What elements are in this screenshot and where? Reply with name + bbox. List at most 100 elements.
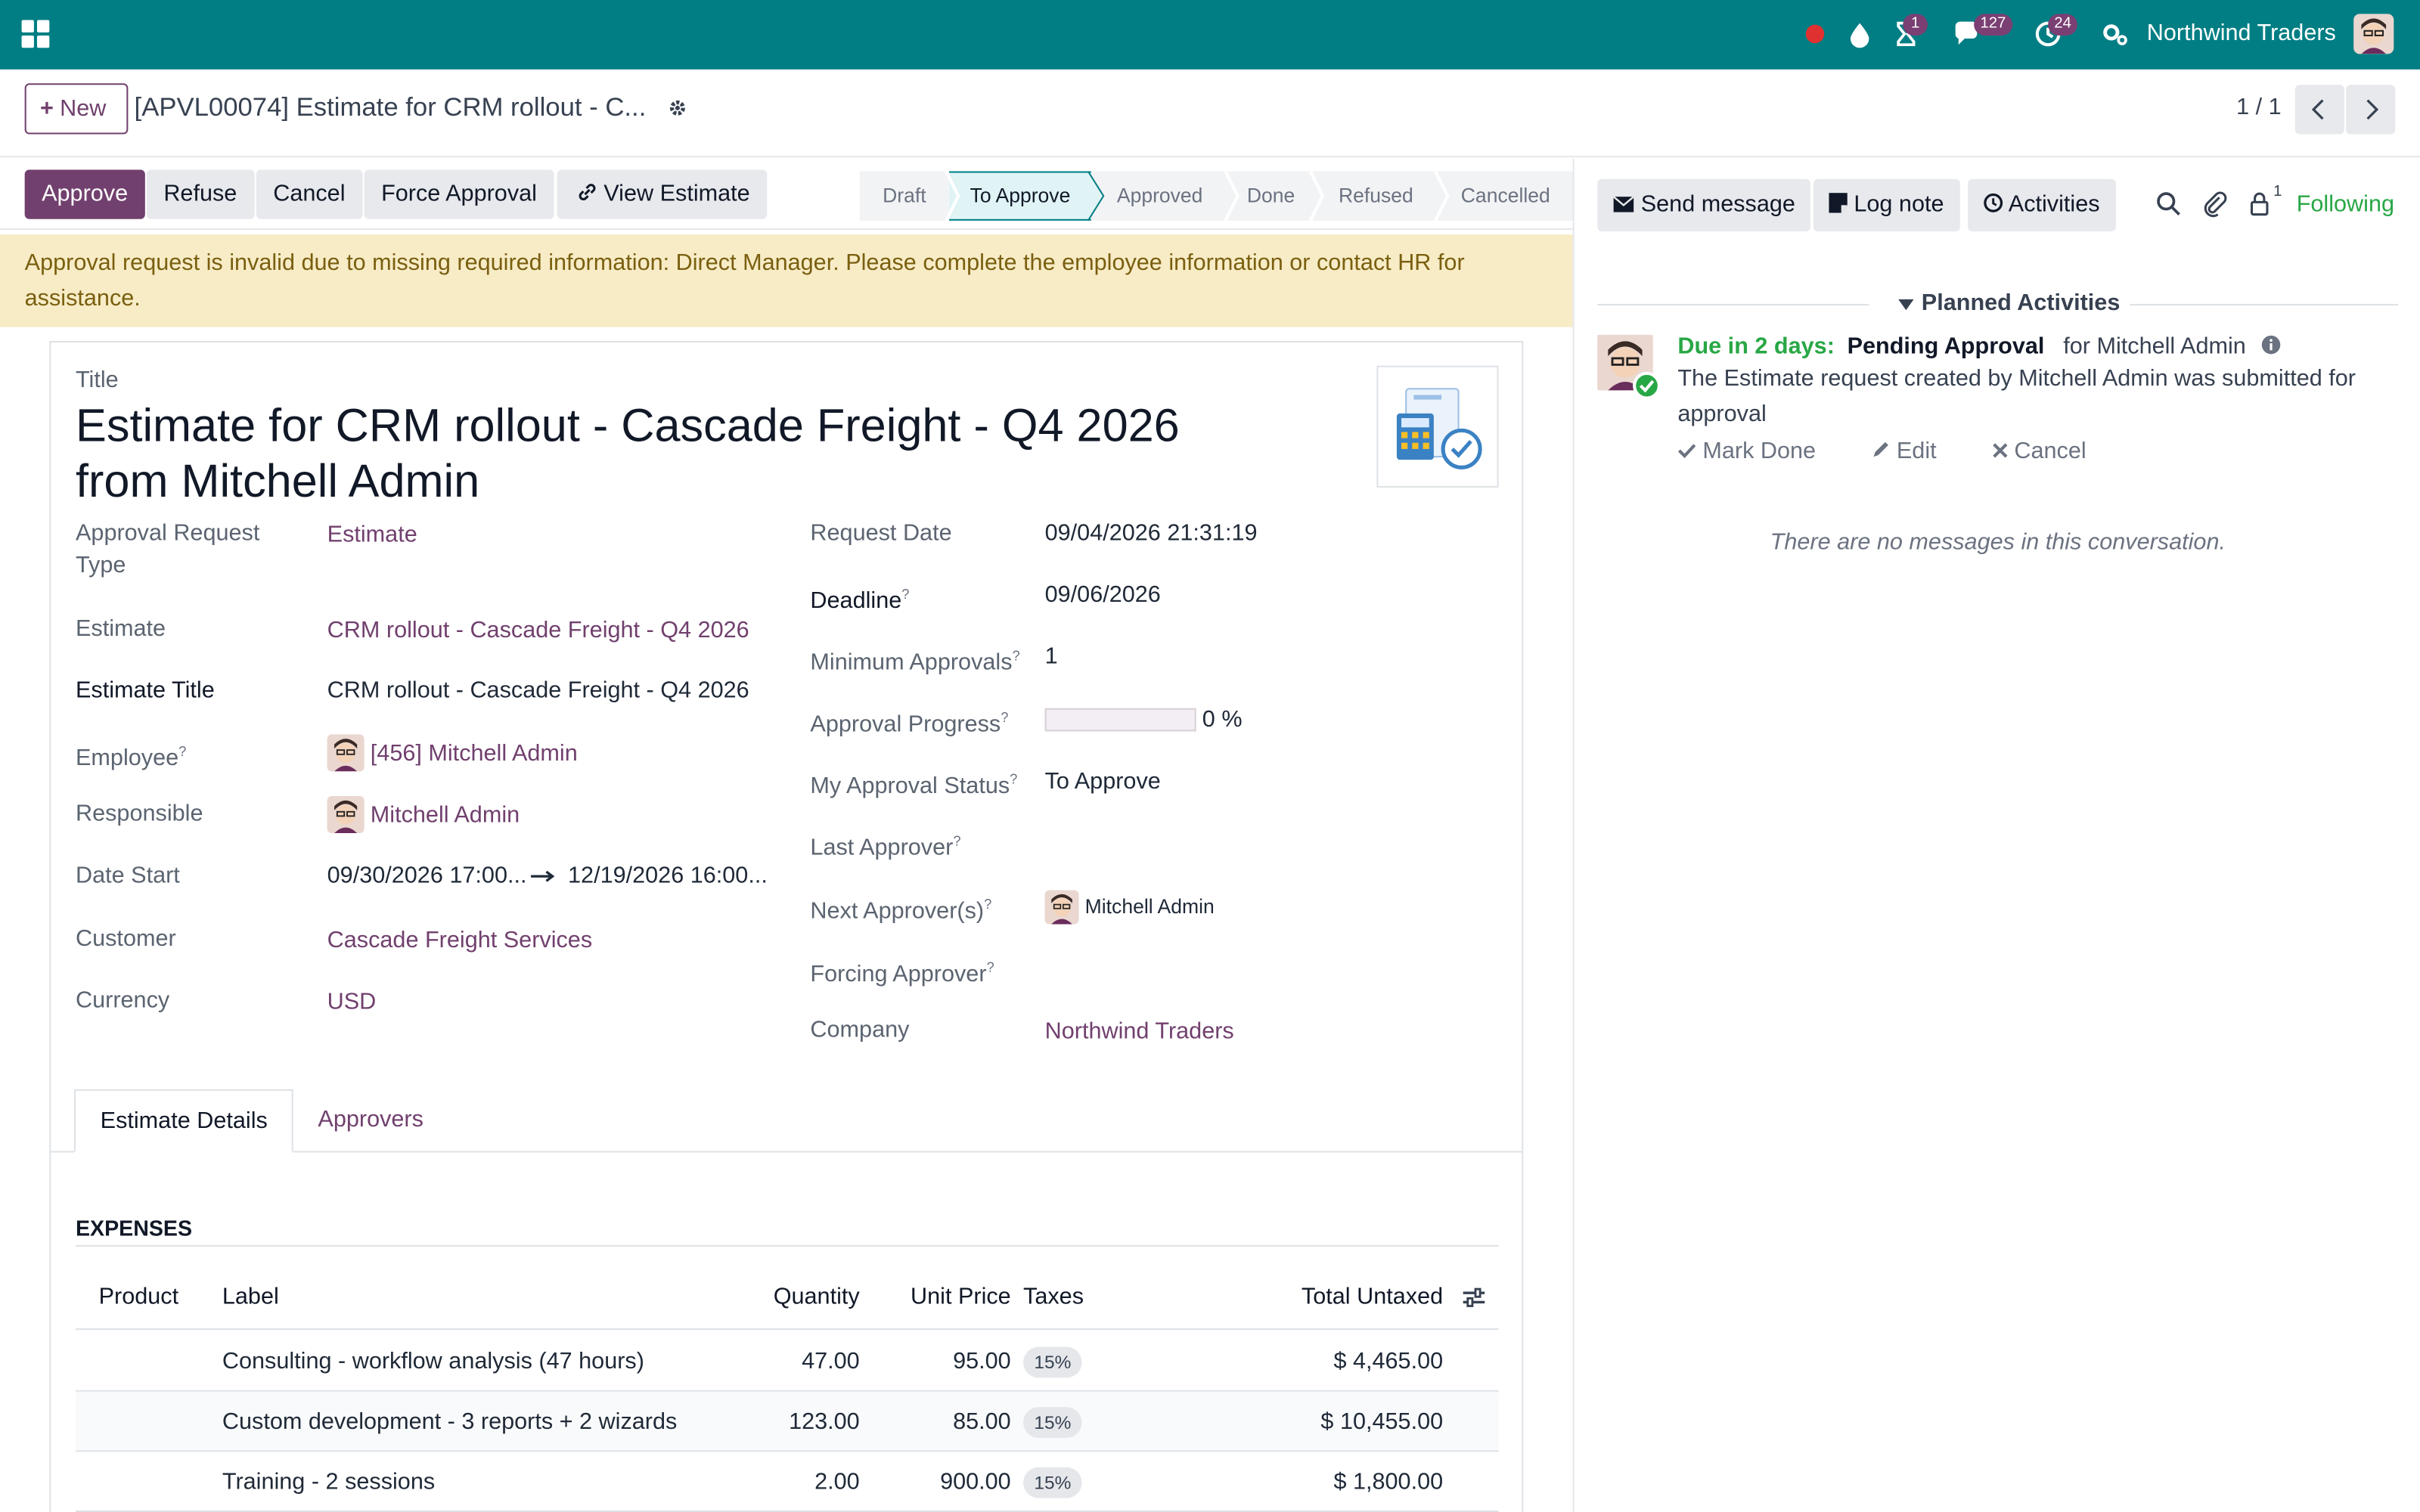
expenses-heading: EXPENSES [75, 1216, 193, 1241]
help-icon[interactable]: ? [178, 744, 186, 759]
customer-value[interactable]: Cascade Freight Services [327, 924, 593, 956]
view-estimate-label: View Estimate [603, 180, 750, 207]
pager-value[interactable]: 1 / 1 [2236, 94, 2282, 120]
app-root: 1 127 24 Northwind Traders + New [APVL000… [0, 0, 2420, 1512]
activities-badge: 1 [1903, 14, 1928, 36]
help-icon[interactable]: ? [1001, 710, 1008, 725]
request-date-label: Request Date [810, 519, 952, 547]
estimate-title-label: Estimate Title [75, 677, 215, 704]
activity-assignee: for Mitchell Admin [2063, 333, 2246, 360]
divider [1597, 304, 1869, 306]
following-button[interactable]: Following [2297, 191, 2394, 218]
record-title[interactable]: Estimate for CRM rollout - Cascade Freig… [76, 400, 1218, 511]
record-dot-icon[interactable] [1800, 18, 1831, 49]
column-header-product[interactable]: Product [99, 1265, 179, 1330]
column-header-total[interactable]: Total Untaxed [1218, 1265, 1443, 1330]
pager-previous-button[interactable] [2294, 85, 2344, 135]
help-icon[interactable]: ? [953, 833, 960, 848]
table-row[interactable]: Consulting - workflow analysis (47 hours… [75, 1331, 1499, 1392]
currency-value[interactable]: USD [327, 986, 377, 1018]
avatar [327, 734, 365, 772]
help-icon[interactable]: ? [987, 959, 994, 974]
pager-next-button[interactable] [2346, 85, 2396, 135]
help-icon[interactable]: ? [901, 587, 909, 602]
company-value[interactable]: Northwind Traders [1045, 1015, 1234, 1048]
follower-lock-icon[interactable] [2245, 190, 2273, 218]
help-icon[interactable]: ? [1010, 771, 1017, 786]
activities-button[interactable]: Activities [1968, 178, 2115, 232]
table-row[interactable]: Training - 2 sessions 2.00 900.00 15% $ … [75, 1452, 1499, 1512]
date-start-value[interactable]: 09/30/2026 17:00... [327, 860, 527, 892]
chevron-right-icon [2366, 99, 2379, 120]
settings-icon[interactable] [2099, 18, 2130, 49]
cancel-label: Cancel [2014, 438, 2086, 465]
messages-badge: 127 [1974, 14, 2012, 36]
info-icon[interactable] [2262, 335, 2282, 355]
title-label: Title [75, 367, 119, 394]
column-header-quantity[interactable]: Quantity [724, 1265, 860, 1330]
chevron-left-icon [2311, 99, 2324, 120]
empty-conversation-message: There are no messages in this conversati… [1770, 528, 2226, 556]
last-approver-label-text: Last Approver [810, 835, 954, 861]
cancel-activity-button[interactable]: Cancel [1992, 438, 2111, 465]
date-end-value[interactable]: 12/19/2026 16:00... [568, 860, 768, 892]
company-switcher[interactable]: Northwind Traders [2147, 20, 2336, 47]
log-note-label: Log note [1854, 191, 1944, 218]
log-note-button[interactable]: Log note [1813, 178, 1959, 232]
responsible-label: Responsible [75, 801, 203, 827]
column-header-label[interactable]: Label [222, 1265, 279, 1330]
cancel-button[interactable]: Cancel [256, 169, 362, 219]
estimate-value[interactable]: CRM rollout - Cascade Freight - Q4 2026 [327, 614, 749, 646]
pencil-icon [1872, 442, 1888, 457]
activity-check-icon [1633, 371, 1661, 400]
divider [2130, 304, 2399, 306]
activity-actions: Mark Done Edit Cancel [1677, 438, 2136, 465]
request-date-value[interactable]: 09/04/2026 21:31:19 [1045, 517, 1258, 550]
table-row[interactable]: Custom development - 3 reports + 2 wizar… [75, 1391, 1499, 1452]
tab-approvers[interactable]: Approvers [293, 1089, 448, 1153]
control-panel: + New [APVL00074] Estimate for CRM rollou… [0, 70, 2420, 158]
new-button[interactable]: + New [24, 83, 129, 135]
caret-down-icon [1898, 299, 1914, 311]
tax-badge: 15% [1023, 1467, 1082, 1498]
deadline-label: Deadline? [810, 578, 909, 617]
label-cell: Training - 2 sessions [222, 1468, 436, 1495]
last-approver-label: Last Approver? [810, 826, 960, 864]
deadline-value[interactable]: 09/06/2026 [1045, 578, 1161, 611]
view-estimate-button[interactable]: View Estimate [557, 169, 768, 219]
activities-label: Activities [2008, 191, 2100, 218]
forcing-approver-label: Forcing Approver? [810, 952, 994, 990]
apps-grid-icon[interactable] [21, 20, 50, 48]
tab-estimate-details[interactable]: Estimate Details [73, 1089, 294, 1153]
avatar [1044, 889, 1079, 924]
refuse-button[interactable]: Refuse [146, 169, 254, 219]
paperclip-icon[interactable] [2201, 190, 2229, 218]
responsible-value[interactable]: Mitchell Admin [327, 796, 520, 835]
min-approvals-label-text: Minimum Approvals [810, 649, 1013, 676]
gear-icon[interactable] [667, 98, 689, 119]
help-icon[interactable]: ? [984, 897, 991, 912]
column-settings-icon[interactable] [1462, 1287, 1487, 1309]
forcing-approver-label-text: Forcing Approver [810, 961, 987, 988]
mark-done-button[interactable]: Mark Done [1677, 438, 1840, 464]
type-value[interactable]: Estimate [327, 519, 417, 551]
user-avatar[interactable] [2353, 14, 2394, 54]
edit-activity-button[interactable]: Edit [1872, 438, 1961, 464]
employee-label: Employee? [76, 736, 186, 774]
next-approver-label: Next Approver(s)? [810, 889, 991, 928]
total-cell: $ 4,465.00 [1333, 1348, 1444, 1375]
column-header-taxes[interactable]: Taxes [1023, 1265, 1084, 1330]
employee-value[interactable]: [456] Mitchell Admin [327, 734, 578, 773]
approve-button[interactable]: Approve [24, 169, 145, 219]
column-header-unit-price[interactable]: Unit Price [878, 1265, 1011, 1330]
search-icon[interactable] [2155, 190, 2183, 218]
form-sheet: Title Estimate for CRM rollout - Cascade… [49, 341, 1524, 1512]
help-icon[interactable]: ? [1013, 648, 1020, 663]
drop-icon[interactable] [1844, 18, 1876, 49]
min-approvals-value[interactable]: 1 [1045, 640, 1058, 673]
next-approver-value[interactable]: Mitchell Admin [1044, 889, 1215, 925]
planned-activities-header[interactable]: Planned Activities [1575, 290, 2420, 321]
estimate-title-value[interactable]: CRM rollout - Cascade Freight - Q4 2026 [327, 674, 749, 707]
force-approval-button[interactable]: Force Approval [364, 169, 554, 219]
send-message-button[interactable]: Send message [1597, 178, 1811, 232]
